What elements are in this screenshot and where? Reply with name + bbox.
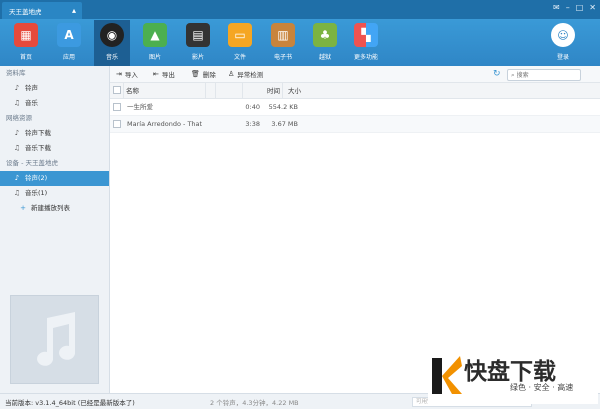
clapper-icon: ▤	[186, 23, 210, 47]
import-button[interactable]: ⇥ 导入	[116, 69, 138, 79]
book-icon: ▥	[271, 23, 295, 47]
export-icon: ⇤	[153, 70, 159, 78]
column-time[interactable]: 时间	[243, 83, 283, 99]
detect-button[interactable]: ♙ 异常检测	[228, 69, 263, 79]
toolbar-home[interactable]: ▦ 首页	[8, 23, 44, 61]
table-row[interactable]: María Arredondo - That 3:38 3.67 MB	[110, 116, 600, 133]
summary-text: 2 个铃声，4.3分钟，4.22 MB	[210, 399, 299, 407]
sidebar-item-library-music[interactable]: ♫ 音乐	[0, 96, 109, 111]
toolbar-ebooks[interactable]: ▥ 电子书	[265, 23, 301, 61]
bell-icon: ♪	[14, 84, 20, 92]
trash-icon: 🗑	[191, 70, 200, 78]
folder-icon: ▭	[228, 23, 252, 47]
minimize-icon[interactable]: –	[566, 3, 570, 12]
tab-menu-icon[interactable]: ▴	[72, 6, 76, 15]
note-icon: ♫	[13, 144, 21, 152]
device-tab[interactable]: 天王盖地虎 ▴	[2, 2, 82, 19]
sidebar-item-device-music[interactable]: ♫ 音乐(1)	[0, 186, 109, 201]
home-icon: ▦	[14, 23, 38, 47]
sidebar-item-music-download[interactable]: ♫ 音乐下载	[0, 141, 109, 156]
bell-icon: ♪	[14, 174, 20, 182]
message-icon[interactable]: ✉	[553, 3, 560, 12]
refresh-icon[interactable]: ↻	[493, 69, 501, 79]
table-row[interactable]: 一生所爱 0:40 554.2 KB	[110, 99, 600, 116]
search-icon: ⌕	[511, 70, 515, 79]
select-all-column	[110, 83, 124, 99]
sidebar-item-new-playlist[interactable]: + 新建播放列表	[0, 201, 109, 216]
action-bar: ⇥ 导入 ⇤ 导出 🗑 删除 ♙ 异常检测 ↻ ⌕	[110, 66, 600, 83]
sidebar-section-device: 设备 - 天王盖地虎	[6, 159, 58, 167]
title-bar: 天王盖地虎 ▴ ✉ – □ ✕	[0, 0, 600, 19]
row-size: 3.67 MB	[271, 120, 298, 128]
select-all-checkbox[interactable]	[113, 86, 121, 94]
plus-icon: +	[20, 204, 26, 212]
row-time: 0:40	[245, 103, 260, 111]
search-input[interactable]	[516, 70, 573, 80]
search-box[interactable]: ⌕	[507, 69, 581, 81]
toolbar-pictures[interactable]: ▲ 图片	[137, 23, 173, 61]
toolbar-music[interactable]: ◉ 音乐	[94, 20, 130, 66]
latest-version-note: (已经是最新版本了)	[77, 399, 135, 407]
toolbar-movies[interactable]: ▤ 影片	[180, 23, 216, 61]
main-toolbar: ▦ 首页 A 应用 ◉ 音乐 ▲ 图片 ▤ 影片 ▭ 文件 ▥ 电子书 ♣ 越狱…	[0, 19, 600, 66]
more-apps-icon: ▚	[354, 23, 378, 47]
bell-icon: ♪	[14, 129, 20, 137]
sidebar-section-network: 网络资源	[6, 114, 32, 122]
row-size: 554.2 KB	[268, 103, 298, 111]
import-icon: ⇥	[116, 70, 122, 78]
sidebar: 资料库 ♪ 铃声 ♫ 音乐 网络资源 ♪ 铃声下载 ♫ 音乐下载 设备 - 天王…	[0, 66, 110, 393]
pineapple-icon: ♣	[313, 23, 337, 47]
row-time: 3:38	[245, 120, 260, 128]
sidebar-item-ringtone-download[interactable]: ♪ 铃声下载	[0, 126, 109, 141]
close-icon[interactable]: ✕	[589, 3, 596, 12]
delete-button[interactable]: 🗑 删除	[191, 69, 216, 79]
column-sep-2	[216, 83, 243, 99]
watermark-logo: 快盘下载 绿色 · 安全 · 高速	[428, 352, 598, 404]
device-tab-label: 天王盖地虎	[9, 7, 42, 16]
row-checkbox[interactable]	[113, 103, 121, 111]
app-store-icon: A	[57, 23, 81, 47]
toolbar-more[interactable]: ▚ 更多功能	[348, 23, 384, 61]
music-note-icon	[36, 311, 75, 366]
user-icon: ☺	[551, 23, 575, 47]
user-check-icon: ♙	[228, 70, 235, 78]
row-checkbox[interactable]	[113, 120, 121, 128]
album-art-placeholder	[10, 295, 99, 384]
sidebar-item-library-ringtones[interactable]: ♪ 铃声	[0, 81, 109, 96]
watermark-tagline: 绿色 · 安全 · 高速	[510, 383, 574, 392]
watermark-brand: 快盘下载	[464, 359, 556, 385]
column-name[interactable]: 名称	[124, 83, 206, 99]
sidebar-section-library: 资料库	[6, 69, 26, 77]
brand-k-icon	[432, 356, 462, 394]
picture-icon: ▲	[143, 23, 167, 47]
toolbar-apps[interactable]: A 应用	[51, 23, 87, 61]
row-name: 一生所爱	[127, 103, 153, 111]
note-icon: ♫	[13, 189, 21, 197]
maximize-icon[interactable]: □	[576, 3, 584, 12]
sidebar-item-device-ringtones[interactable]: ♪ 铃声(2)	[0, 171, 109, 186]
column-size[interactable]: 大小	[285, 83, 301, 99]
column-sep-1	[206, 83, 216, 99]
version-text: 当前版本: v3.1.4_64bit (已经是最新版本了)	[5, 399, 135, 407]
note-icon: ♫	[13, 99, 21, 107]
login-button[interactable]: ☺ 登录	[551, 23, 575, 61]
window-controls: ✉ – □ ✕	[553, 3, 596, 12]
table-header: 名称 时间 大小	[110, 83, 600, 99]
export-button[interactable]: ⇤ 导出	[153, 69, 175, 79]
row-name: María Arredondo - That	[127, 120, 203, 128]
toolbar-jailbreak[interactable]: ♣ 越狱	[307, 23, 343, 61]
music-disc-icon: ◉	[100, 23, 124, 47]
toolbar-files[interactable]: ▭ 文件	[222, 23, 258, 61]
